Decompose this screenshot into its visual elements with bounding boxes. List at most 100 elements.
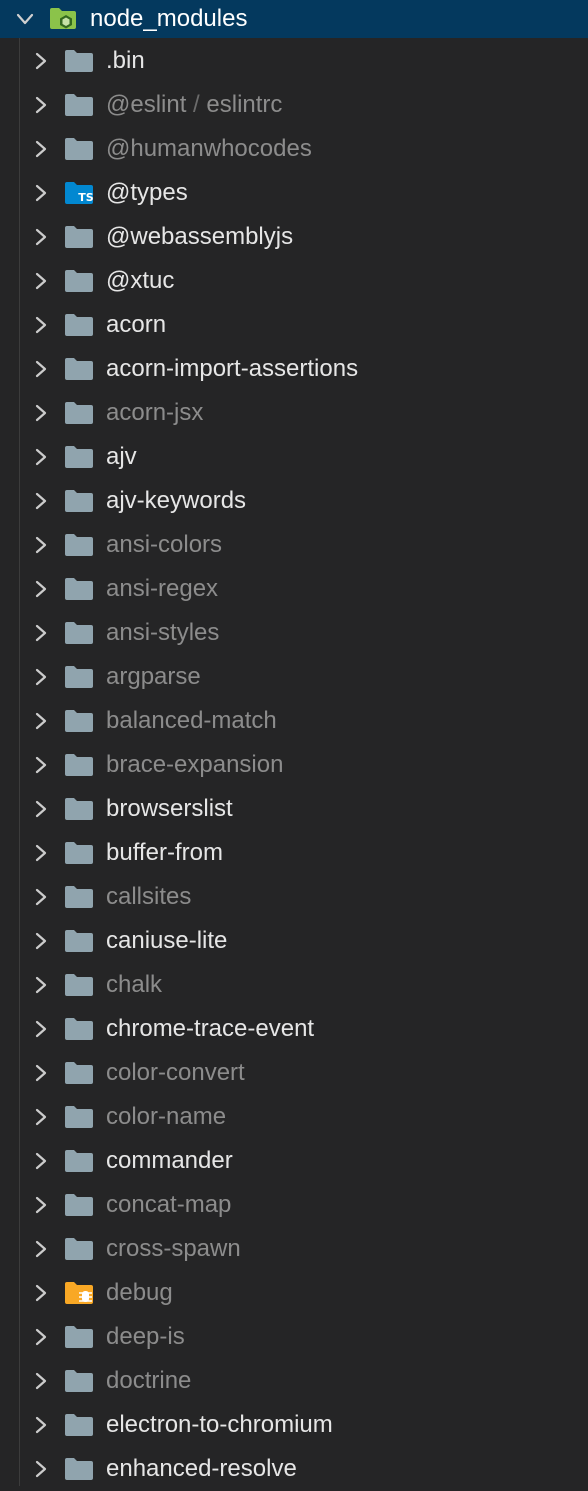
- tree-item-label: .bin: [106, 44, 145, 78]
- tree-item-color-name[interactable]: color-name: [0, 1095, 588, 1139]
- chevron-right-icon[interactable]: [30, 930, 52, 952]
- tree-item-argparse[interactable]: argparse: [0, 655, 588, 699]
- tree-item-acorn-jsx[interactable]: acorn-jsx: [0, 391, 588, 435]
- chevron-right-icon[interactable]: [30, 182, 52, 204]
- chevron-right-icon[interactable]: [30, 754, 52, 776]
- chevron-right-icon[interactable]: [30, 534, 52, 556]
- chevron-down-icon[interactable]: [14, 8, 36, 30]
- folder-icon: [65, 534, 93, 556]
- chevron-right-icon[interactable]: [30, 1062, 52, 1084]
- folder-tree: .bin @eslint / eslintrc @humanwhocodes TS @t…: [0, 39, 588, 1491]
- chevron-right-icon[interactable]: [30, 1458, 52, 1480]
- tree-item-label: enhanced-resolve: [106, 1452, 297, 1486]
- tree-item-name: color-convert: [106, 1059, 245, 1086]
- tree-item-deep-is[interactable]: deep-is: [0, 1315, 588, 1359]
- folder-icon: [65, 1326, 93, 1348]
- tree-item-concat-map[interactable]: concat-map: [0, 1183, 588, 1227]
- tree-item-xtuc[interactable]: @xtuc: [0, 259, 588, 303]
- chevron-right-icon[interactable]: [30, 1150, 52, 1172]
- chevron-right-icon[interactable]: [30, 974, 52, 996]
- tree-item-caniuse-lite[interactable]: caniuse-lite: [0, 919, 588, 963]
- tree-item-ansi-styles[interactable]: ansi-styles: [0, 611, 588, 655]
- folder-icon: [65, 930, 93, 952]
- tree-item-acorn[interactable]: acorn: [0, 303, 588, 347]
- tree-item-label: @webassemblyjs: [106, 220, 293, 254]
- tree-item-label: browserslist: [106, 792, 233, 826]
- chevron-right-icon[interactable]: [30, 50, 52, 72]
- tree-item-ansi-colors[interactable]: ansi-colors: [0, 523, 588, 567]
- chevron-right-icon[interactable]: [30, 578, 52, 600]
- folder-icon: [65, 358, 93, 380]
- tree-item-label: ajv-keywords: [106, 484, 246, 518]
- folder-icon: [65, 754, 93, 776]
- tree-item-webassemblyjs[interactable]: @webassemblyjs: [0, 215, 588, 259]
- chevron-right-icon[interactable]: [30, 1326, 52, 1348]
- folder-icon: [65, 1194, 93, 1216]
- chevron-right-icon[interactable]: [30, 94, 52, 116]
- chevron-right-icon[interactable]: [30, 1282, 52, 1304]
- chevron-right-icon[interactable]: [30, 1194, 52, 1216]
- chevron-right-icon[interactable]: [30, 1238, 52, 1260]
- chevron-right-icon[interactable]: [30, 666, 52, 688]
- tree-item-electron-to-chromium[interactable]: electron-to-chromium: [0, 1403, 588, 1447]
- tree-item-chalk[interactable]: chalk: [0, 963, 588, 1007]
- tree-item-enhanced-resolve[interactable]: enhanced-resolve: [0, 1447, 588, 1491]
- tree-item-ajv[interactable]: ajv: [0, 435, 588, 479]
- chevron-right-icon[interactable]: [30, 1018, 52, 1040]
- tree-item-callsites[interactable]: callsites: [0, 875, 588, 919]
- tree-item-name: acorn-jsx: [106, 399, 204, 426]
- chevron-right-icon[interactable]: [30, 886, 52, 908]
- tree-item-label: @xtuc: [106, 264, 174, 298]
- tree-item-label: cross-spawn: [106, 1232, 241, 1266]
- tree-item-buffer-from[interactable]: buffer-from: [0, 831, 588, 875]
- chevron-right-icon[interactable]: [30, 490, 52, 512]
- chevron-right-icon[interactable]: [30, 710, 52, 732]
- folder-icon: [65, 710, 93, 732]
- chevron-right-icon[interactable]: [30, 622, 52, 644]
- tree-item-cross-spawn[interactable]: cross-spawn: [0, 1227, 588, 1271]
- chevron-right-icon[interactable]: [30, 446, 52, 468]
- tree-item-doctrine[interactable]: doctrine: [0, 1359, 588, 1403]
- tree-item-name: caniuse-lite: [106, 927, 228, 954]
- folder-icon: [65, 1458, 93, 1480]
- tree-item-ansi-regex[interactable]: ansi-regex: [0, 567, 588, 611]
- tree-item-label: doctrine: [106, 1364, 191, 1398]
- chevron-right-icon[interactable]: [30, 402, 52, 424]
- chevron-right-icon[interactable]: [30, 1370, 52, 1392]
- chevron-right-icon[interactable]: [30, 1106, 52, 1128]
- tree-item-label: concat-map: [106, 1188, 231, 1222]
- chevron-right-icon[interactable]: [30, 842, 52, 864]
- tree-item-browserslist[interactable]: browserslist: [0, 787, 588, 831]
- tree-item-chrome-trace-event[interactable]: chrome-trace-event: [0, 1007, 588, 1051]
- compact-folder-child-name[interactable]: eslintrc: [206, 91, 282, 118]
- tree-item-eslint[interactable]: @eslint / eslintrc: [0, 83, 588, 127]
- tree-item-name: @eslint: [106, 91, 187, 118]
- chevron-right-icon[interactable]: [30, 226, 52, 248]
- chevron-right-icon[interactable]: [30, 270, 52, 292]
- tree-item-acorn-import-assertions[interactable]: acorn-import-assertions: [0, 347, 588, 391]
- tree-item-types[interactable]: TS @types: [0, 171, 588, 215]
- folder-icon: [65, 666, 93, 688]
- tree-item-label: debug: [106, 1276, 173, 1310]
- tree-item-balanced-match[interactable]: balanced-match: [0, 699, 588, 743]
- chevron-right-icon[interactable]: [30, 138, 52, 160]
- tree-item-humanwhocodes[interactable]: @humanwhocodes: [0, 127, 588, 171]
- folder-icon: [65, 886, 93, 908]
- tree-item-color-convert[interactable]: color-convert: [0, 1051, 588, 1095]
- tree-item-ajv-keywords[interactable]: ajv-keywords: [0, 479, 588, 523]
- tree-item-label: electron-to-chromium: [106, 1408, 333, 1442]
- chevron-right-icon[interactable]: [30, 314, 52, 336]
- tree-item-brace-expansion[interactable]: brace-expansion: [0, 743, 588, 787]
- typescript-folder-icon: TS: [65, 182, 94, 204]
- bug-glyph: [79, 1291, 92, 1302]
- chevron-right-icon[interactable]: [30, 798, 52, 820]
- folder-icon: [65, 1238, 93, 1260]
- tree-item-bin[interactable]: .bin: [0, 39, 588, 83]
- typescript-badge-label: TS: [78, 191, 94, 204]
- tree-item-debug[interactable]: debug: [0, 1271, 588, 1315]
- chevron-right-icon[interactable]: [30, 1414, 52, 1436]
- chevron-right-icon[interactable]: [30, 358, 52, 380]
- tree-item-label: acorn-jsx: [106, 396, 203, 430]
- tree-item-commander[interactable]: commander: [0, 1139, 588, 1183]
- tree-root-node-modules[interactable]: node_modules: [0, 0, 588, 38]
